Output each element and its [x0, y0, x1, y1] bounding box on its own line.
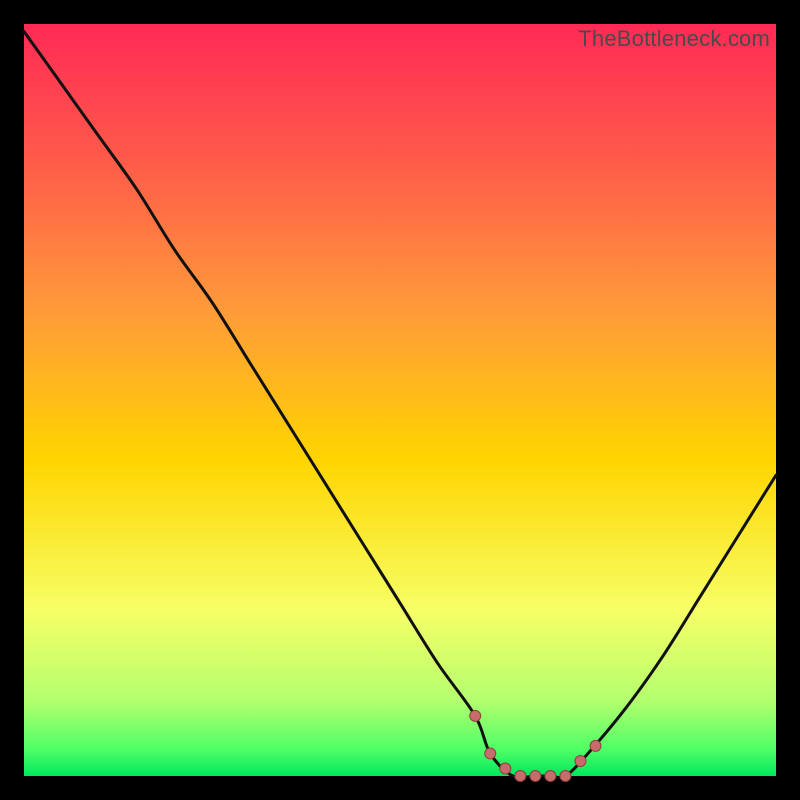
bottleneck-marker [500, 763, 511, 774]
bottleneck-curve-layer [24, 24, 776, 776]
bottleneck-marker [515, 771, 526, 782]
bottleneck-marker [545, 771, 556, 782]
bottleneck-marker [575, 755, 586, 766]
bottleneck-marker [530, 771, 541, 782]
bottleneck-curve [24, 32, 776, 778]
chart-frame: TheBottleneck.com [24, 24, 776, 776]
bottleneck-marker [470, 710, 481, 721]
bottleneck-marker [485, 748, 496, 759]
bottleneck-marker [590, 740, 601, 751]
bottleneck-markers [470, 710, 601, 781]
bottleneck-marker [560, 771, 571, 782]
